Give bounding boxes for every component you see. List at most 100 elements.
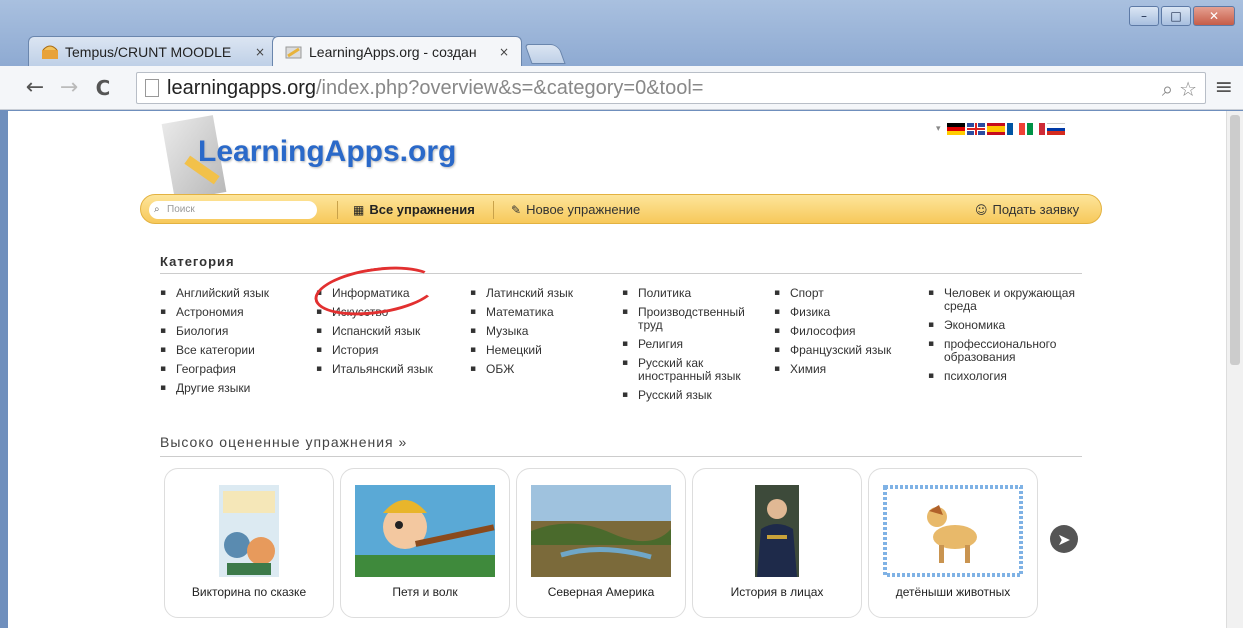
flag-de-icon[interactable] <box>946 123 965 135</box>
language-flags: ▾ <box>936 123 1065 136</box>
category-link[interactable]: Другие языки <box>160 382 310 396</box>
category-link[interactable]: Испанский язык <box>316 325 466 339</box>
edit-icon: ✎ <box>511 202 522 217</box>
category-link[interactable]: Итальянский язык <box>316 363 466 377</box>
reload-button[interactable]: C <box>86 71 120 105</box>
url-host: learningapps.org <box>167 76 316 99</box>
portrait-thumbnail <box>755 485 799 577</box>
app-card-label: Северная Америка <box>547 585 655 599</box>
flag-fr-icon[interactable] <box>1006 123 1025 135</box>
app-card[interactable]: История в лицах <box>692 468 862 618</box>
category-link[interactable]: Религия <box>622 338 772 352</box>
omnibox-actions: ⌕ ☆ <box>1162 77 1197 101</box>
forward-button[interactable]: → <box>52 71 86 105</box>
minimize-button[interactable]: – <box>1129 6 1159 26</box>
new-tab-button[interactable] <box>524 44 566 64</box>
address-bar[interactable]: learningapps.org/index.php?overview&s=&c… <box>136 72 1206 104</box>
close-icon[interactable]: × <box>255 45 265 59</box>
category-link[interactable]: Английский язык <box>160 287 310 301</box>
category-column-5: Спорт Физика Философия Французский язык … <box>774 287 924 382</box>
category-link[interactable]: Математика <box>470 306 620 320</box>
menu-icon[interactable]: ≡ <box>1215 75 1233 100</box>
url-text: learningapps.org/index.php?overview&s=&c… <box>167 77 703 100</box>
flag-ru-icon[interactable] <box>1046 123 1065 136</box>
book-cover-thumbnail <box>219 485 279 577</box>
category-link[interactable]: Физика <box>774 306 924 320</box>
new-app-link[interactable]: ✎ Новое упражнение <box>511 202 640 217</box>
menu-divider <box>493 201 494 219</box>
category-link[interactable]: Астрономия <box>160 306 310 320</box>
tab-moodle[interactable]: Tempus/CRUNT MOODLE × <box>28 36 278 66</box>
user-icon: ☺ <box>975 202 988 217</box>
category-title: Категория <box>160 254 235 269</box>
category-link[interactable]: Немецкий <box>470 344 620 358</box>
category-link[interactable]: Все категории <box>160 344 310 358</box>
category-link[interactable]: Философия <box>774 325 924 339</box>
dropdown-arrow-icon[interactable]: ▾ <box>936 124 941 134</box>
learningapps-favicon-icon <box>285 46 302 58</box>
logo-text: LearningApps.org <box>198 135 457 168</box>
star-icon[interactable]: ☆ <box>1179 77 1197 101</box>
zoom-icon[interactable]: ⌕ <box>1162 77 1173 101</box>
category-link[interactable]: Музыка <box>470 325 620 339</box>
site-menu-bar: ⌕ Поиск ▦ Все упражнения ✎ Новое упражне… <box>140 194 1102 224</box>
app-card[interactable]: детёныши животных <box>868 468 1038 618</box>
title-bar: Tempus/CRUNT MOODLE × LearningApps.org -… <box>0 0 1243 66</box>
window-controls: – □ ✕ <box>1129 6 1235 26</box>
app-card[interactable]: Северная Америка <box>516 468 686 618</box>
category-link[interactable]: Химия <box>774 363 924 377</box>
category-link[interactable]: Французский язык <box>774 344 924 358</box>
category-link[interactable]: Биология <box>160 325 310 339</box>
page-viewport: LearningApps.org ▾ ⌕ Поиск ▦ Все упражне… <box>8 111 1226 628</box>
search-input[interactable]: ⌕ Поиск <box>149 201 317 219</box>
tab-strip: Tempus/CRUNT MOODLE × LearningApps.org -… <box>28 34 566 66</box>
search-icon: ⌕ <box>154 204 160 215</box>
flag-en-icon[interactable] <box>966 123 985 135</box>
category-link[interactable]: Экономика <box>928 319 1078 333</box>
category-link[interactable]: Русский язык <box>622 389 772 403</box>
menu-divider <box>337 201 338 219</box>
next-arrow-icon[interactable]: ➤ <box>1050 525 1078 553</box>
category-link[interactable]: психология <box>928 370 1078 384</box>
category-link[interactable]: Человек и окружающая среда <box>928 287 1088 313</box>
app-card-label: детёныши животных <box>895 585 1011 599</box>
category-link[interactable]: Спорт <box>774 287 924 301</box>
browser-toolbar: ← → C learningapps.org/index.php?overvie… <box>0 66 1243 110</box>
app-card-label: Викторина по сказке <box>191 585 307 599</box>
back-button[interactable]: ← <box>18 71 52 105</box>
apply-label: Подать заявку <box>992 202 1080 217</box>
tab-learningapps[interactable]: LearningApps.org - создан × <box>272 36 522 66</box>
flag-es-icon[interactable] <box>986 123 1005 135</box>
tab-title: LearningApps.org - создан <box>309 43 477 60</box>
all-apps-link[interactable]: ▦ Все упражнения <box>353 202 475 217</box>
close-window-button[interactable]: ✕ <box>1193 6 1235 26</box>
category-divider <box>160 273 1082 274</box>
category-column-6: Человек и окружающая среда Экономика про… <box>928 287 1088 389</box>
highly-rated-link[interactable]: Высоко оцененные упражнения » <box>160 434 407 450</box>
url-path: /index.php?overview&s=&category=0&tool= <box>316 76 704 99</box>
category-link[interactable]: География <box>160 363 310 377</box>
category-link[interactable]: Производственный труд <box>622 306 767 332</box>
close-icon[interactable]: × <box>499 45 509 59</box>
site-logo[interactable]: LearningApps.org <box>156 115 486 201</box>
maximize-button[interactable]: □ <box>1161 6 1191 26</box>
app-card[interactable]: Петя и волк <box>340 468 510 618</box>
landscape-thumbnail <box>531 485 671 577</box>
flag-it-icon[interactable] <box>1026 123 1045 135</box>
apply-link[interactable]: ☺ Подать заявку <box>975 202 1079 217</box>
category-link[interactable]: Русский как иностранный язык <box>622 357 762 383</box>
category-link[interactable]: ОБЖ <box>470 363 620 377</box>
category-column-4: Политика Производственный труд Религия Р… <box>622 287 772 408</box>
grid-icon: ▦ <box>353 202 365 217</box>
category-link[interactable]: профессионального образования <box>928 338 1088 364</box>
category-link[interactable]: Политика <box>622 287 772 301</box>
app-card-label: Петя и волк <box>392 585 458 599</box>
category-column-3: Латинский язык Математика Музыка Немецки… <box>470 287 620 382</box>
browser-window: Tempus/CRUNT MOODLE × LearningApps.org -… <box>0 0 1243 628</box>
category-link[interactable]: Латинский язык <box>470 287 620 301</box>
app-card[interactable]: Викторина по сказке <box>164 468 334 618</box>
category-link[interactable]: История <box>316 344 466 358</box>
vertical-scrollbar[interactable] <box>1226 111 1243 628</box>
scroll-thumb[interactable] <box>1230 115 1240 365</box>
category-column-1: Английский язык Астрономия Биология Все … <box>160 287 310 401</box>
